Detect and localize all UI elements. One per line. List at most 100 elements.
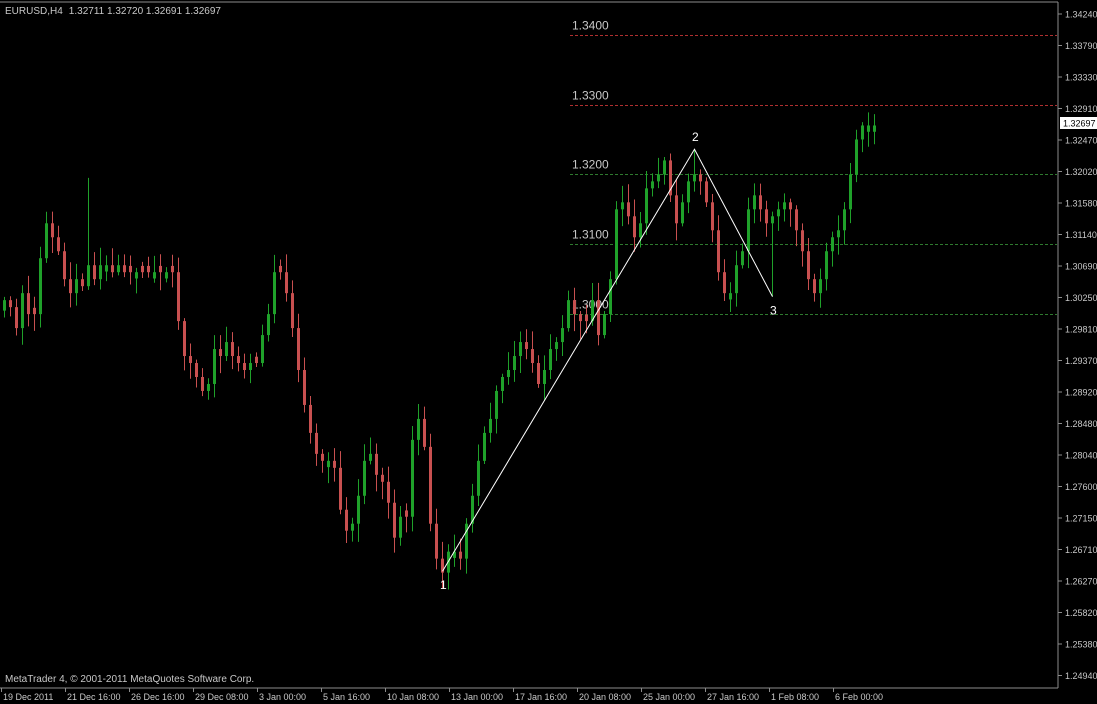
candle-body <box>15 307 18 329</box>
time-axis[interactable]: 19 Dec 2011 21 Dec 16:00 26 Dec 16:00 29 De… <box>1 688 884 702</box>
candle-body <box>735 265 738 294</box>
candle-body <box>411 439 414 517</box>
time-tick-label: 5 Jan 16:00 <box>323 692 370 702</box>
candle-body <box>63 251 66 280</box>
candle-body <box>153 272 156 279</box>
wave-lines[interactable] <box>442 148 773 572</box>
candle-body <box>231 342 234 357</box>
price-tick-label: 1.24940 <box>1065 671 1097 681</box>
candle-body <box>357 495 360 524</box>
price-tick-label: 1.28480 <box>1065 419 1097 429</box>
candle-body <box>567 300 570 329</box>
candle-body <box>831 237 834 252</box>
candle-body <box>705 181 708 203</box>
candle-body <box>489 418 492 433</box>
candle-body <box>183 321 186 357</box>
candle-body <box>687 181 690 203</box>
time-tick-label: 17 Jan 16:00 <box>515 692 567 702</box>
candle-body <box>699 174 702 182</box>
price-tick-label: 1.31140 <box>1065 230 1097 240</box>
candle-body <box>39 258 42 315</box>
candle-body <box>873 125 876 132</box>
candle-body <box>315 432 318 454</box>
candle-body <box>321 453 324 461</box>
candles <box>3 112 876 590</box>
candle-body <box>171 265 174 273</box>
chart-area[interactable]: 1.3400 1.3300 1.3200 1.3100 1.3000 1 2 3 1.342… <box>0 0 1097 704</box>
candle-body <box>297 328 300 371</box>
candle-body <box>81 279 84 287</box>
candle-body <box>273 272 276 315</box>
candle-body <box>849 174 852 210</box>
candle-body <box>87 265 90 287</box>
candle-body <box>765 209 768 224</box>
candle-body <box>117 265 120 273</box>
candle-body <box>417 418 420 440</box>
candle-body <box>75 279 78 294</box>
time-tick-label: 3 Jan 00:00 <box>259 692 306 702</box>
wave-label-2: 2 <box>692 130 699 144</box>
candle-body <box>657 174 660 182</box>
candle-body <box>123 265 126 273</box>
price-tick-label: 1.30690 <box>1065 262 1097 272</box>
time-tick-label: 26 Dec 16:00 <box>131 692 185 702</box>
current-price-label: 1.32697 <box>1063 119 1096 129</box>
time-tick-label: 10 Jan 08:00 <box>387 692 439 702</box>
price-tick-label: 1.32910 <box>1065 104 1097 114</box>
candle-body <box>165 272 168 279</box>
candle-body <box>771 216 774 224</box>
candle-body <box>249 363 252 371</box>
price-axis[interactable]: 1.34240 1.33790 1.33330 1.32910 1.32470 1.320… <box>1058 10 1097 682</box>
candle-body <box>99 265 102 280</box>
time-tick-label: 27 Jan 16:00 <box>707 692 759 702</box>
price-tick-label: 1.29810 <box>1065 325 1097 335</box>
candle-body <box>219 349 222 357</box>
symbol-label: EURUSD,H4 <box>5 6 63 17</box>
candle-body <box>387 481 390 503</box>
candle-body <box>789 202 792 210</box>
candle-body <box>477 460 480 496</box>
copyright-label: MetaTrader 4, © 2001-2011 MetaQuotes Sof… <box>5 674 254 685</box>
candle-body <box>285 272 288 294</box>
candle-body <box>9 300 12 308</box>
candle-body <box>303 370 306 405</box>
candle-body <box>351 523 354 531</box>
price-tick-label: 1.28920 <box>1065 388 1097 398</box>
candle-body <box>681 202 684 224</box>
candle-body <box>861 125 864 140</box>
wave-label-1: 1 <box>440 578 447 592</box>
price-tick-label: 1.32470 <box>1065 136 1097 146</box>
candle-body <box>261 335 264 364</box>
price-tick-label: 1.33790 <box>1065 41 1097 51</box>
price-tick-label: 1.32020 <box>1065 167 1097 177</box>
candle-body <box>291 293 294 329</box>
wave-labels: 1 2 3 <box>440 130 777 592</box>
candle-body <box>51 223 54 238</box>
candle-body <box>345 509 348 531</box>
candle-body <box>801 230 804 252</box>
candle-body <box>621 202 624 210</box>
candle-body <box>645 188 648 224</box>
wave-polyline[interactable] <box>442 148 773 572</box>
horizontal-levels[interactable]: 1.3400 1.3300 1.3200 1.3100 1.3000 <box>570 19 1057 315</box>
candle-body <box>753 195 756 210</box>
candle-body <box>507 370 510 377</box>
candle-body <box>795 209 798 231</box>
candle-body <box>27 293 30 315</box>
candle-body <box>717 230 720 273</box>
wave-label-3: 3 <box>770 304 777 318</box>
candle-body <box>627 202 630 217</box>
candle-body <box>741 251 744 266</box>
candle-body <box>501 376 504 391</box>
candle-body <box>105 265 108 272</box>
time-tick-label: 21 Dec 16:00 <box>67 692 121 702</box>
candle-body <box>825 251 828 280</box>
candle-body <box>141 265 144 273</box>
price-tick-label: 1.26270 <box>1065 577 1097 587</box>
candle-body <box>363 460 366 496</box>
candle-body <box>783 202 786 210</box>
candle-body <box>579 314 582 322</box>
candle-body <box>855 139 858 175</box>
candle-body <box>747 209 750 252</box>
price-tick-label: 1.31580 <box>1065 199 1097 209</box>
